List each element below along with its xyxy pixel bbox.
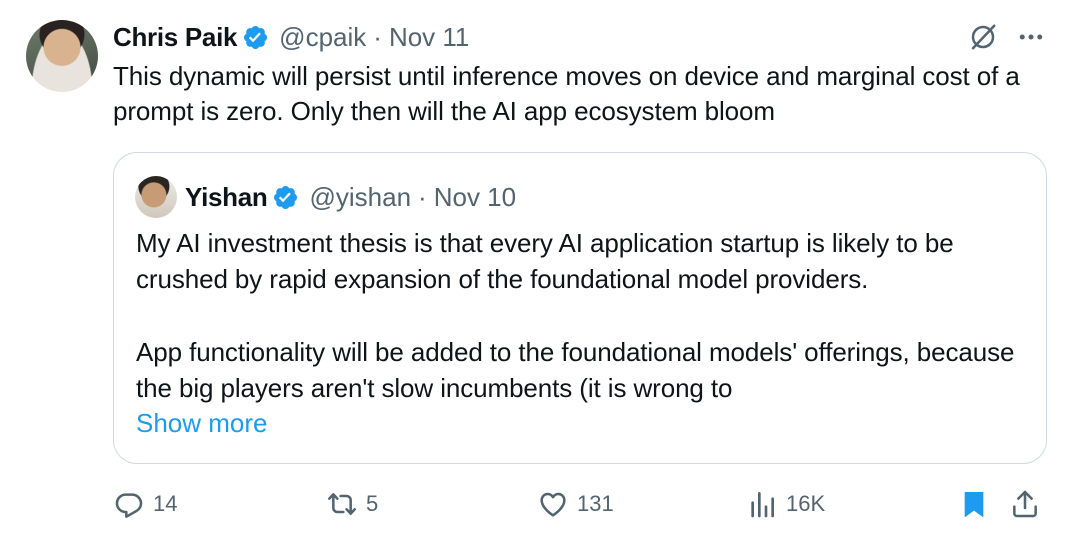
separator-dot: · xyxy=(373,21,382,52)
repost-count: 5 xyxy=(366,491,379,516)
share-icon xyxy=(1013,490,1037,518)
avatar[interactable] xyxy=(26,20,98,92)
reply-button[interactable]: 14 xyxy=(113,484,177,524)
verified-badge-icon xyxy=(274,185,298,209)
tweet-header: Chris Paik @cpaik · Nov 11 xyxy=(113,20,469,54)
action-bar: 14 5 131 16K xyxy=(113,484,1053,524)
quote-avatar xyxy=(135,176,177,218)
grok-icon[interactable] xyxy=(968,22,998,52)
quote-header: Yishan @yishan · Nov 10 xyxy=(135,176,517,218)
repost-button[interactable]: 5 xyxy=(326,484,378,524)
verified-badge-icon xyxy=(244,25,268,49)
tweet[interactable]: Chris Paik @cpaik · Nov 11 This dynamic … xyxy=(0,0,1074,544)
tweet-date[interactable]: Nov 11 xyxy=(389,22,469,53)
more-icon[interactable] xyxy=(1016,22,1046,52)
share-button[interactable] xyxy=(1009,484,1041,524)
views-button[interactable]: 16K xyxy=(746,484,825,524)
repost-icon xyxy=(328,493,356,515)
quote-author-name: Yishan xyxy=(185,181,268,212)
quote-paragraph-2: App functionality will be added to the f… xyxy=(136,337,1015,403)
views-icon xyxy=(751,492,774,518)
reply-icon xyxy=(115,493,143,518)
quoted-tweet[interactable]: Yishan @yishan · Nov 10 My AI investment… xyxy=(113,152,1047,464)
views-count: 16K xyxy=(786,491,826,516)
quote-paragraph-1: My AI investment thesis is that every AI… xyxy=(136,228,954,294)
quote-date: Nov 10 xyxy=(433,181,517,212)
author-name[interactable]: Chris Paik xyxy=(113,22,237,53)
author-handle[interactable]: @cpaik xyxy=(279,22,366,53)
tweet-text: This dynamic will persist until inferenc… xyxy=(113,61,1020,126)
like-count: 131 xyxy=(577,491,614,516)
bookmark-button[interactable] xyxy=(958,484,990,524)
heart-icon xyxy=(540,492,566,517)
show-more-link[interactable]: Show more xyxy=(136,405,268,441)
bookmark-icon xyxy=(964,492,984,518)
separator-dot: · xyxy=(418,181,427,212)
reply-count: 14 xyxy=(153,491,178,516)
tweet-top-actions xyxy=(968,22,1046,52)
quote-author-handle: @yishan xyxy=(309,181,412,212)
like-button[interactable]: 131 xyxy=(537,484,614,524)
